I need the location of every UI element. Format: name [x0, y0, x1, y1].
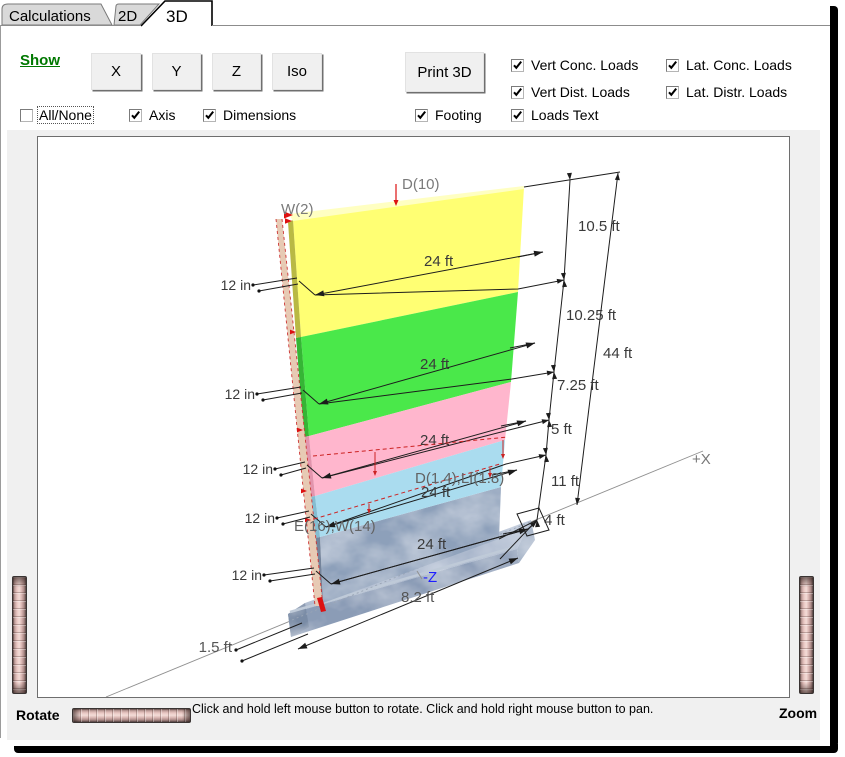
- svg-text:Calculations: Calculations: [9, 8, 91, 25]
- svg-text:D(10): D(10): [402, 176, 440, 193]
- svg-text:12 in: 12 in: [243, 461, 273, 477]
- svg-text:12 in: 12 in: [225, 386, 255, 402]
- svg-text:7.25 ft: 7.25 ft: [557, 377, 600, 394]
- svg-text:24 ft: 24 ft: [417, 536, 447, 553]
- svg-text:10.25 ft: 10.25 ft: [566, 307, 617, 324]
- svg-text:D(1.4),Lf(1.8): D(1.4),Lf(1.8): [415, 470, 504, 487]
- svg-text:5 ft: 5 ft: [551, 421, 573, 438]
- svg-text:12 in: 12 in: [232, 567, 262, 583]
- svg-text:44 ft: 44 ft: [603, 345, 633, 362]
- svg-text:24 ft: 24 ft: [420, 356, 450, 373]
- svg-text:10.5 ft: 10.5 ft: [578, 218, 621, 235]
- svg-text:1.5 ft: 1.5 ft: [199, 639, 233, 656]
- svg-text:12 in: 12 in: [221, 277, 251, 293]
- svg-text:-Z: -Z: [423, 569, 437, 586]
- svg-text:12 in: 12 in: [245, 510, 275, 526]
- svg-text:+X: +X: [692, 451, 711, 468]
- svg-text:24 ft: 24 ft: [420, 432, 450, 449]
- svg-text:3D: 3D: [166, 7, 188, 26]
- svg-text:11 ft: 11 ft: [551, 473, 580, 490]
- svg-text:8.2 ft: 8.2 ft: [401, 589, 435, 606]
- svg-text:E(16),W(14): E(16),W(14): [294, 518, 376, 535]
- svg-text:W(2): W(2): [281, 201, 314, 218]
- svg-text:24 ft: 24 ft: [424, 253, 454, 270]
- svg-text:2D: 2D: [118, 8, 137, 25]
